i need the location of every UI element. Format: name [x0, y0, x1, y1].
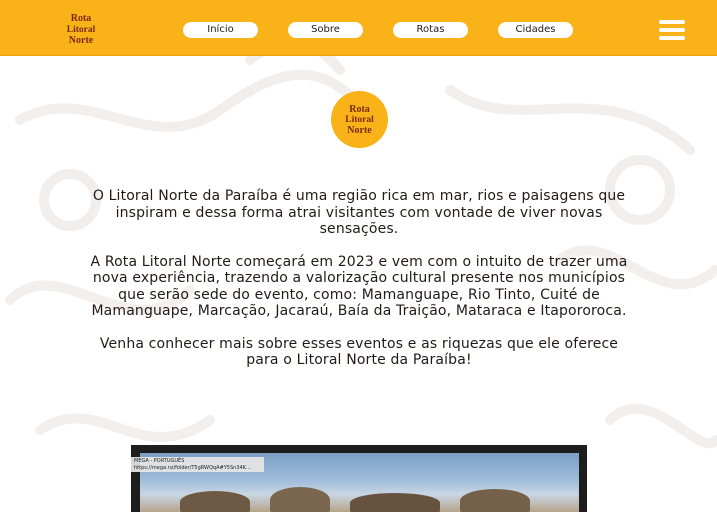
logo-mark: Rota Litoral Norte [67, 13, 96, 46]
intro-paragraph-1: O Litoral Norte da Paraíba é uma região … [92, 188, 626, 237]
logo-line-norte: Norte [69, 35, 94, 46]
hero-logo-line-rota: Rota [349, 104, 370, 115]
hero-logo-line-litoral: Litoral [345, 115, 374, 125]
hero-logo-badge: Rota Litoral Norte [331, 91, 388, 148]
nav-cidades-button[interactable]: Cidades [498, 22, 573, 38]
hero-logo-line-norte: Norte [347, 125, 372, 136]
embedded-video-player[interactable]: MEGA - PORTUGUÊS https://mega.nz/folder/… [131, 445, 587, 512]
video-overlay-info: MEGA - PORTUGUÊS https://mega.nz/folder/… [131, 457, 264, 472]
site-logo[interactable]: Rota Litoral Norte [60, 11, 102, 49]
intro-paragraph-3: Venha conhecer mais sobre esses eventos … [99, 335, 619, 369]
nav-rotas-button[interactable]: Rotas [393, 22, 468, 38]
video-overlay-url[interactable]: https://mega.nz/folder/T5gRWQqA#Y5Sn34K.… [134, 465, 261, 472]
logo-line-litoral: Litoral [67, 25, 96, 35]
intro-paragraph-2: A Rota Litoral Norte começará em 2023 e … [90, 253, 628, 320]
hero-logo-mark: Rota Litoral Norte [345, 104, 374, 136]
nav-inicio-button[interactable]: Início [183, 22, 258, 38]
nav-sobre-button[interactable]: Sobre [288, 22, 363, 38]
logo-line-rota: Rota [71, 13, 92, 24]
intro-section: O Litoral Norte da Paraíba é uma região … [86, 188, 632, 385]
top-navigation-bar: Rota Litoral Norte Início Sobre Rotas Ci… [0, 0, 717, 56]
hamburger-menu-icon[interactable] [659, 20, 685, 40]
